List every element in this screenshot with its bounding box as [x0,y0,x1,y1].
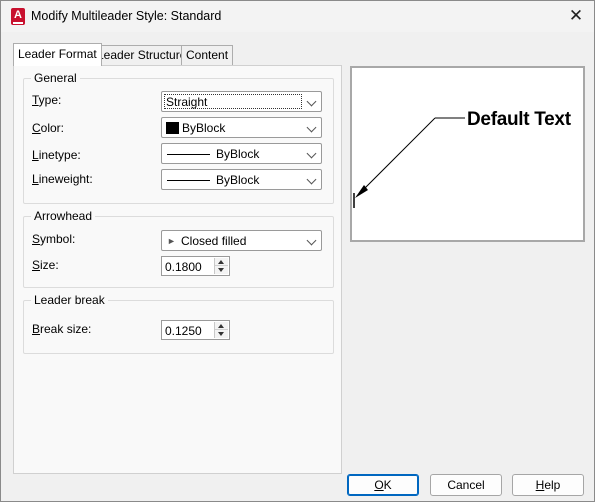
group-title-general: General [31,72,80,85]
group-title-leader-break: Leader break [31,294,108,307]
chevron-down-icon [306,235,317,246]
ok-button[interactable]: OK [347,474,419,496]
cancel-button[interactable]: Cancel [430,474,502,496]
chevron-down-icon [306,96,317,107]
tab-leader-structure[interactable]: Leader Structure [92,45,192,65]
lineweight-dropdown[interactable]: ByBlock [161,169,322,190]
spin-down-icon[interactable] [215,266,228,274]
leader-format-panel: General Type: Straight Color: ByBlock Li… [13,65,342,474]
chevron-down-icon [306,122,317,133]
preview-default-text: Default Text [467,109,571,130]
type-dropdown[interactable]: Straight [161,91,322,112]
symbol-label: Symbol: [32,232,76,246]
preview-pane: Default Text [350,66,585,242]
color-label: Color: [32,121,65,135]
size-value: 0.1800 [165,260,202,274]
tab-leader-format[interactable]: Leader Format [13,43,102,66]
break-size-value: 0.1250 [165,324,202,338]
lineweight-value: ByBlock [216,173,260,187]
dialog-window: A Modify Multileader Style: Standard ✕ L… [0,0,595,502]
close-icon: ✕ [568,6,584,25]
arrowhead-group: Arrowhead [23,210,334,288]
close-button[interactable]: ✕ [561,4,591,29]
size-spinner-buttons [214,258,228,274]
linetype-dropdown[interactable]: ByBlock [161,143,322,164]
closed-filled-arrow-icon: ► [167,236,176,246]
tab-label: Leader Format [18,47,97,61]
linetype-sample [167,154,210,155]
chevron-down-icon [306,148,317,159]
break-size-label: Break size: [32,322,92,336]
color-value: ByBlock [182,121,226,135]
lineweight-sample [167,180,210,181]
spin-up-icon[interactable] [215,258,228,266]
tab-label: Content [186,48,229,62]
spin-down-icon[interactable] [215,330,228,338]
spin-up-icon[interactable] [215,322,228,330]
size-spinner[interactable]: 0.1800 [161,256,230,276]
lineweight-label: Lineweight: [32,172,93,186]
symbol-dropdown[interactable]: ► Closed filled [161,230,322,251]
tab-content[interactable]: Content [181,45,234,65]
type-label: Type: [32,93,62,107]
color-swatch [166,122,179,134]
break-size-spinner-buttons [214,322,228,338]
leader-preview-graphic [353,117,465,208]
tab-label: Leader Structure [97,48,187,62]
linetype-value: ByBlock [216,147,260,161]
color-dropdown[interactable]: ByBlock [161,117,322,138]
linetype-label: Linetype: [32,148,81,162]
help-button[interactable]: Help [512,474,584,496]
break-size-spinner[interactable]: 0.1250 [161,320,230,340]
title-bar: A Modify Multileader Style: Standard ✕ [1,1,594,32]
type-value: Straight [166,95,208,109]
chevron-down-icon [306,174,317,185]
symbol-value: Closed filled [181,234,247,248]
group-title-arrowhead: Arrowhead [31,210,96,223]
window-title: Modify Multileader Style: Standard [31,9,222,23]
autocad-app-icon: A [11,8,25,25]
size-label: Size: [32,258,59,272]
leader-line [356,117,436,197]
